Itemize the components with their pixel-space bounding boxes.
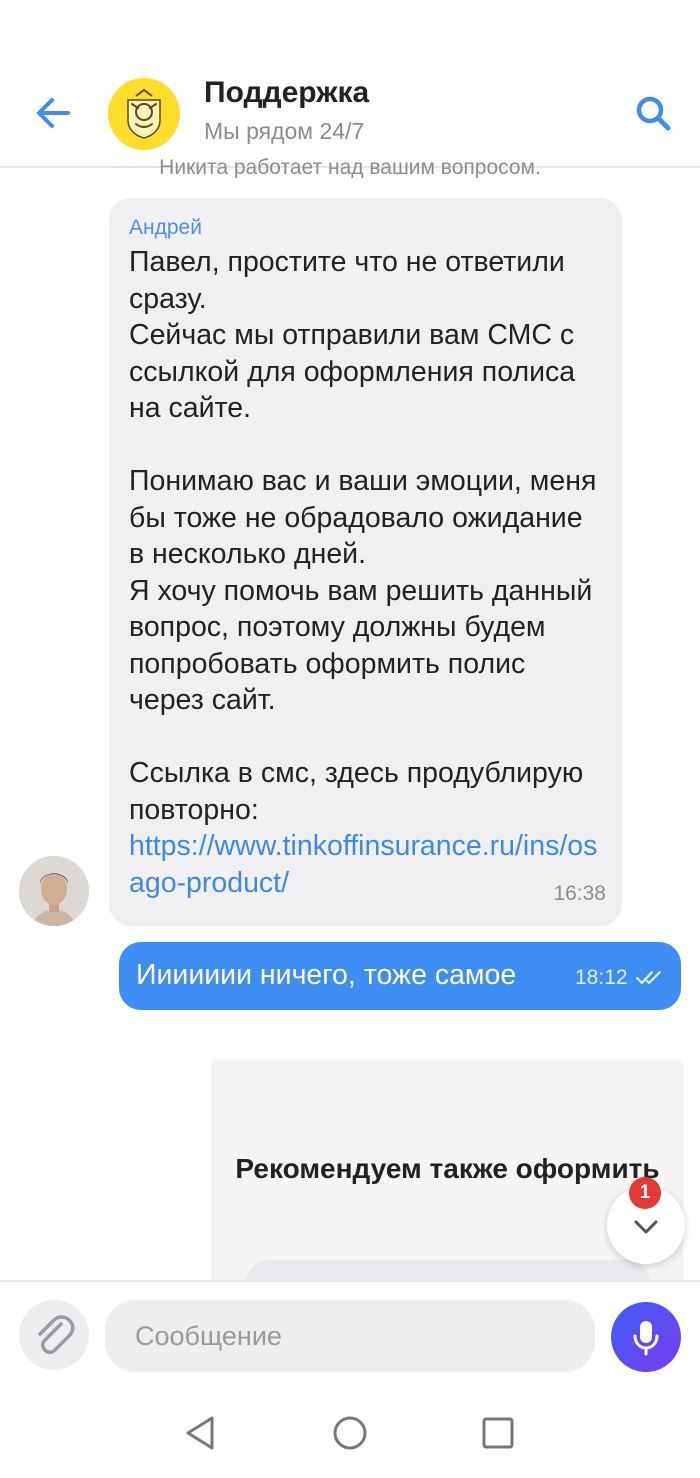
tinkoff-logo-icon (108, 78, 180, 150)
attach-button[interactable] (19, 1300, 89, 1370)
voice-button[interactable] (611, 1302, 681, 1372)
recommendation-title: Рекомендуем также оформить (235, 1153, 660, 1184)
search-icon (636, 96, 671, 131)
unread-badge: 1 (629, 1177, 661, 1209)
system-nav-bar (0, 1390, 700, 1478)
message-input[interactable] (105, 1300, 595, 1372)
microphone-icon (633, 1321, 659, 1356)
chat-subtitle: Мы рядом 24/7 (204, 118, 365, 144)
message-link[interactable]: https://www.tinkoffinsurance.ru/ins/osag… (129, 828, 602, 901)
message-time: 16:38 (553, 882, 606, 905)
chat-title: Поддержка (204, 76, 370, 109)
agent-photo (19, 856, 89, 926)
nav-recents-icon (482, 1417, 514, 1449)
outgoing-message[interactable]: Иииииии ничего, тоже самое 18:12 (119, 942, 681, 1010)
agent-avatar[interactable] (19, 856, 89, 926)
message-composer (0, 1280, 700, 1390)
message-time: 18:12 (575, 966, 628, 989)
double-check-icon (635, 970, 662, 985)
system-note: Никита работает над вашим вопросом. (159, 156, 541, 178)
back-arrow-icon (37, 98, 70, 128)
nav-back-button[interactable] (175, 1408, 225, 1458)
incoming-message[interactable]: Андрей Павел, простите что не ответили с… (109, 198, 622, 926)
nav-home-icon (333, 1416, 367, 1450)
support-avatar[interactable] (108, 78, 180, 150)
message-author: Андрей (129, 216, 202, 239)
message-text: Иииииии ничего, тоже самое (136, 959, 517, 991)
search-button[interactable] (628, 88, 680, 140)
message-text: Павел, простите что не ответили сразу. С… (129, 246, 597, 826)
back-button[interactable] (30, 90, 80, 136)
chat-header: Поддержка Мы рядом 24/7 (0, 0, 700, 168)
nav-recents-button[interactable] (473, 1408, 523, 1458)
paperclip-icon (38, 1315, 75, 1354)
nav-back-icon (186, 1416, 214, 1450)
nav-home-button[interactable] (325, 1408, 375, 1458)
